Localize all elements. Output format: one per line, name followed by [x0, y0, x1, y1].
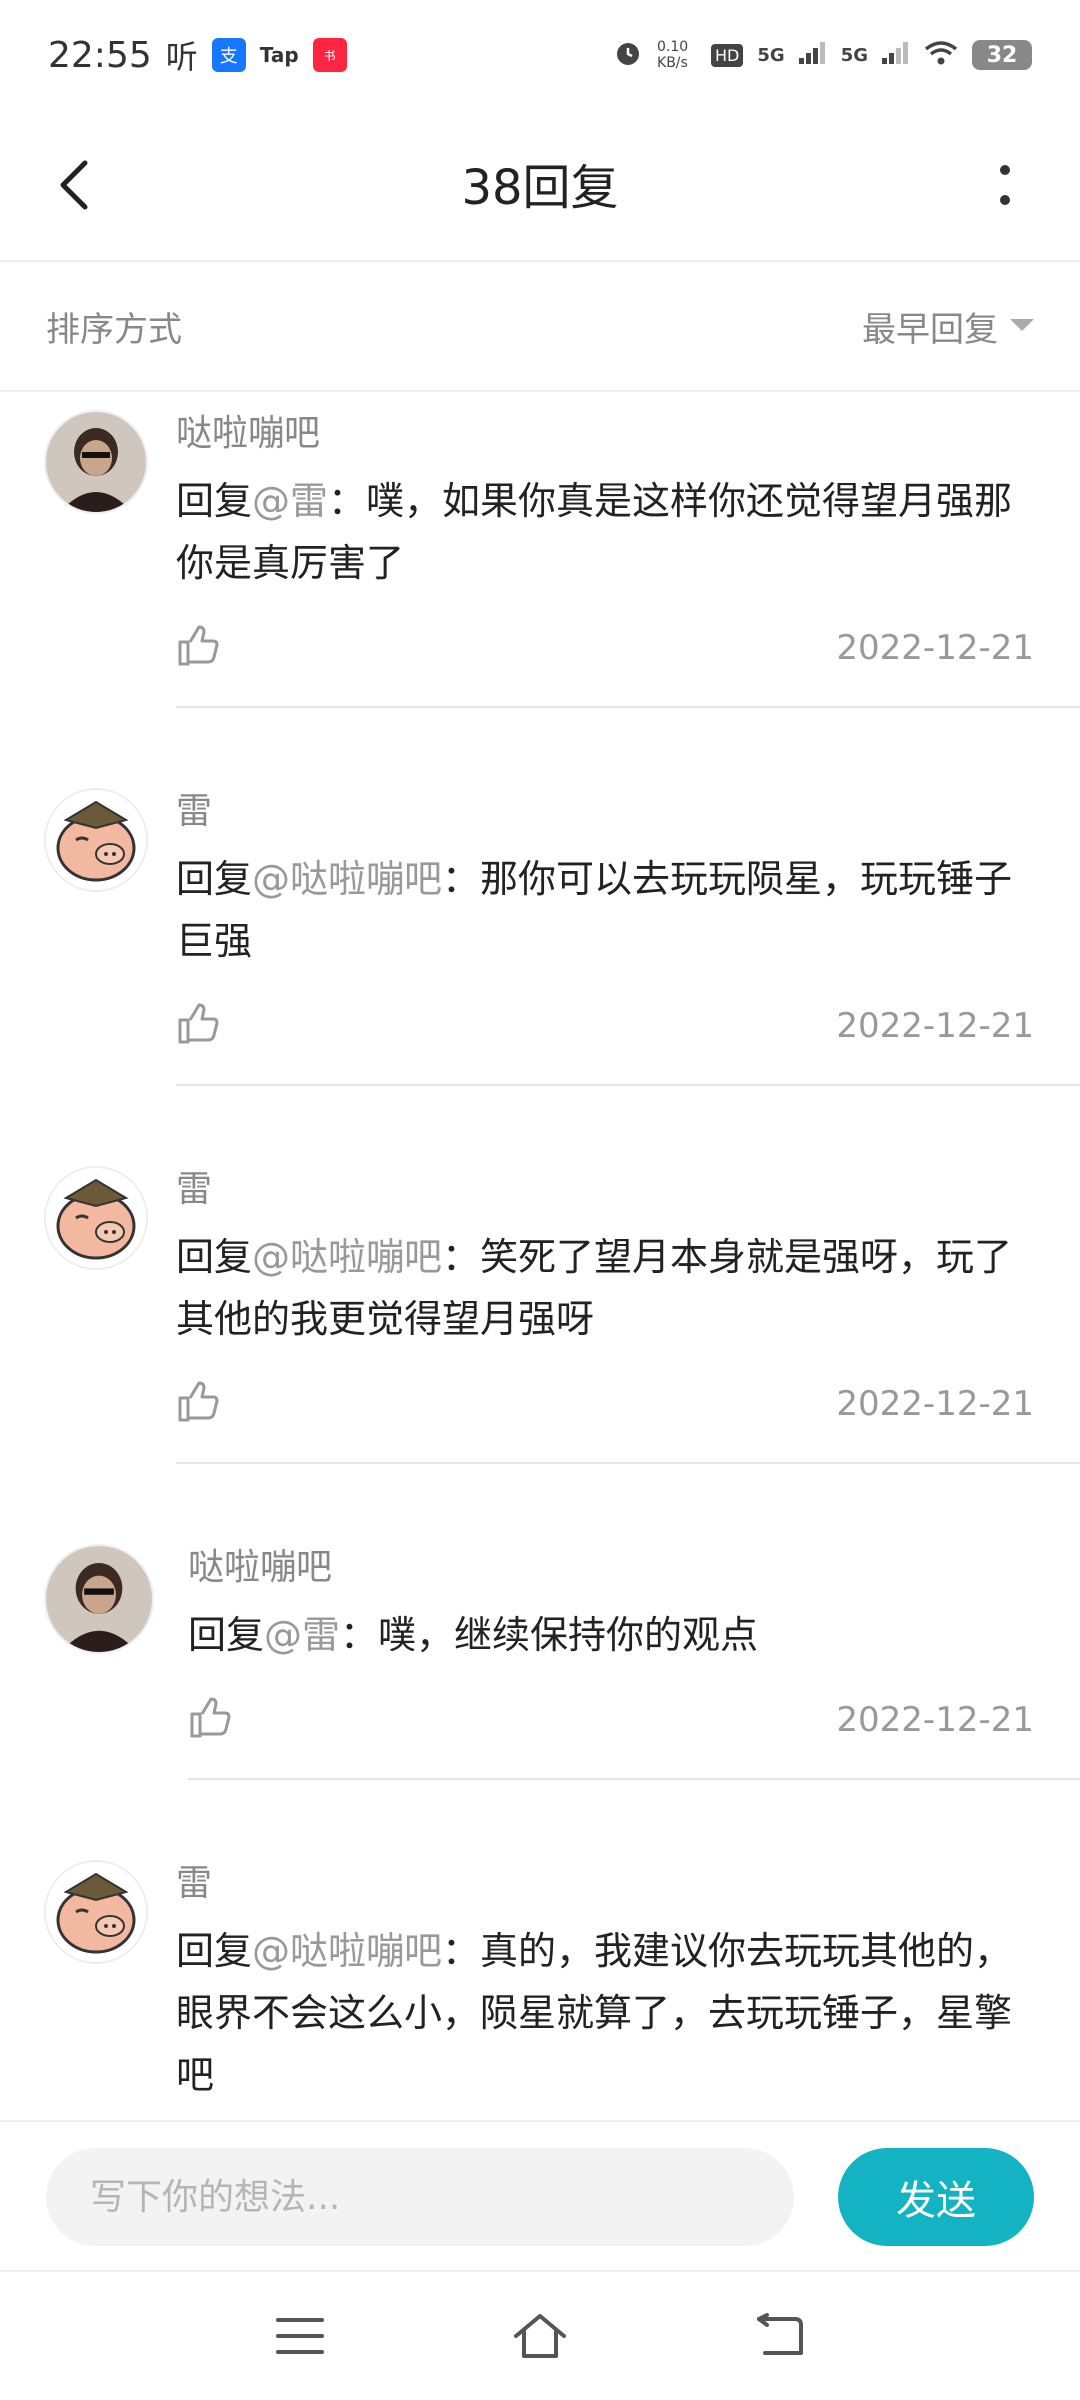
mention-link[interactable]: @哒啦嘣吧 — [252, 1235, 442, 1279]
status-time: 22:55 — [48, 34, 152, 76]
avatar[interactable] — [44, 788, 148, 892]
status-right: 0.10 KB/s HD 5G 5G 32 — [613, 38, 1032, 73]
like-button[interactable] — [188, 1696, 232, 1744]
page-title: 38回复 — [461, 160, 619, 216]
username[interactable]: 哒啦嘣吧 — [176, 398, 1034, 456]
reply-item: 哒啦嘣吧 回复@雷：噗，继续保持你的观点 2022-12-21 — [0, 1464, 1080, 1780]
reply-date: 2022-12-21 — [836, 1006, 1034, 1046]
username[interactable]: 雷 — [176, 1154, 1034, 1212]
status-app-listen: 听 — [165, 38, 198, 76]
network-speed: 0.10 KB/s — [657, 39, 689, 71]
alarm-icon — [613, 38, 643, 73]
alipay-icon: 支 — [211, 38, 246, 72]
reply-item: 雷 回复@哒啦嘣吧：真的，我建议你去玩玩其他的，眼界不会这么小，陨星就算了，去玩… — [0, 1780, 1080, 2120]
status-app-tap: Tap — [259, 43, 299, 67]
mention-link[interactable]: @雷 — [252, 479, 328, 523]
send-button[interactable]: 发送 — [838, 2148, 1034, 2246]
reply-item: 雷 回复@哒啦嘣吧：那你可以去玩玩陨星，玩玩锤子巨强 2022-12-21 — [0, 708, 1080, 1086]
mention-link[interactable]: @哒啦嘣吧 — [252, 1929, 442, 1973]
reply-input[interactable] — [46, 2148, 794, 2246]
xiaohongshu-icon: 书 — [312, 38, 347, 72]
top-app-bar: 38回复 — [0, 110, 1080, 262]
username[interactable]: 雷 — [176, 1848, 1034, 1906]
battery-indicator: 32 — [972, 40, 1032, 70]
reply-text: 回复@哒啦嘣吧：笑死了望月本身就是强呀，玩了其他的我更觉得望月强呀 — [176, 1235, 1013, 1341]
reply-item: 雷 回复@哒啦嘣吧：笑死了望月本身就是强呀，玩了其他的我更觉得望月强呀 2022… — [0, 1086, 1080, 1464]
mention-link[interactable]: @哒啦嘣吧 — [252, 857, 442, 901]
thumbs-up-icon — [178, 1003, 219, 1044]
signal-1-label: 5G — [757, 44, 785, 66]
reply-list[interactable]: 哒啦嘣吧 回复@雷：噗，如果你真是这样你还觉得望月强那你是真厉害了 2022-1… — [0, 392, 1080, 2120]
like-button[interactable] — [176, 624, 220, 672]
username[interactable]: 哒啦嘣吧 — [188, 1532, 1034, 1590]
hd-icon: HD — [711, 43, 744, 67]
reply-item: 哒啦嘣吧 回复@雷：噗，如果你真是这样你还觉得望月强那你是真厉害了 2022-1… — [0, 392, 1080, 708]
thumbs-up-icon — [178, 1381, 219, 1422]
more-options-button[interactable] — [970, 150, 1040, 220]
avatar[interactable] — [44, 1860, 148, 1964]
avatar[interactable] — [44, 1544, 154, 1654]
mention-link[interactable]: @雷 — [264, 1613, 340, 1657]
signal-2-label: 5G — [840, 44, 868, 66]
reply-text: 回复@哒啦嘣吧：那你可以去玩玩陨星，玩玩锤子巨强 — [176, 857, 1013, 963]
menu-icon — [276, 2318, 324, 2354]
sort-value: 最早回复 — [862, 309, 998, 350]
username[interactable]: 雷 — [176, 776, 1034, 834]
back-arrow-icon — [757, 2313, 803, 2355]
status-bar: 22:55 听 支 Tap 书 0.10 KB/s HD 5G 5G 32 — [0, 0, 1080, 110]
thumbs-up-icon — [178, 625, 219, 666]
reply-text: 回复@雷：噗，继续保持你的观点 — [188, 1613, 759, 1657]
nav-home-button[interactable] — [500, 2296, 580, 2376]
reply-date: 2022-12-21 — [836, 628, 1034, 668]
sort-label: 排序方式 — [46, 309, 182, 350]
signal-bars-icon — [798, 41, 827, 69]
nav-menu-button[interactable] — [260, 2296, 340, 2376]
system-nav-bar — [0, 2270, 1080, 2400]
signal-bars-2-icon — [882, 41, 910, 69]
reply-text: 回复@雷：噗，如果你真是这样你还觉得望月强那你是真厉害了 — [176, 479, 1013, 585]
thumbs-up-icon — [190, 1697, 231, 1738]
like-button[interactable] — [176, 1380, 220, 1428]
reply-text: 回复@哒啦嘣吧：真的，我建议你去玩玩其他的，眼界不会这么小，陨星就算了，去玩玩锤… — [176, 1929, 1013, 2097]
home-icon — [514, 2314, 566, 2358]
status-left: 22:55 听 支 Tap 书 — [48, 32, 347, 78]
dropdown-arrow-icon — [1010, 319, 1034, 331]
more-vertical-icon — [1000, 165, 1010, 205]
reply-date: 2022-12-21 — [836, 1700, 1034, 1740]
avatar[interactable] — [44, 1166, 148, 1270]
avatar[interactable] — [44, 410, 148, 514]
nav-back-button[interactable] — [740, 2296, 820, 2376]
sort-dropdown[interactable]: 最早回复 — [862, 302, 1034, 351]
reply-date: 2022-12-21 — [836, 1384, 1034, 1424]
reply-composer: 发送 — [0, 2120, 1080, 2270]
like-button[interactable] — [176, 1002, 220, 1050]
wifi-icon — [924, 40, 958, 71]
sort-bar: 排序方式 最早回复 — [0, 262, 1080, 392]
